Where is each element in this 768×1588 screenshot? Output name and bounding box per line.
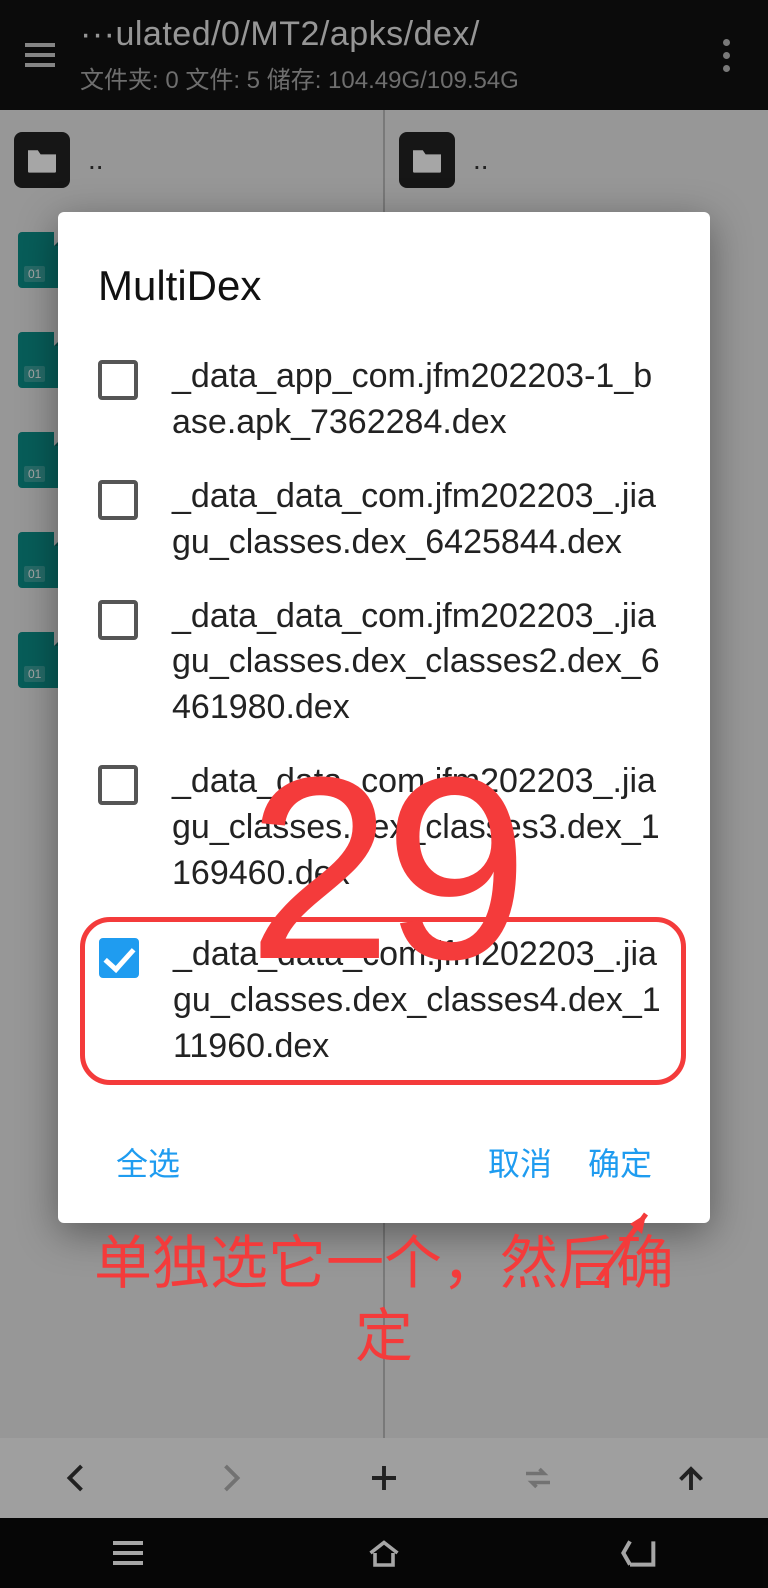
path-subtitle: 文件夹: 0 文件: 5 储存: 104.49G/109.54G <box>80 60 706 95</box>
annotation-highlight-box: _data_data_com.jfm202203_.jiagu_classes.… <box>80 917 686 1085</box>
parent-dir-row[interactable]: .. <box>385 110 768 210</box>
menu-icon[interactable] <box>10 25 70 85</box>
dex-option-label: _data_data_com.jfm202203_.jiagu_classes.… <box>172 759 670 897</box>
checkbox-icon[interactable] <box>98 360 138 400</box>
back-button[interactable] <box>47 1448 107 1508</box>
back-nav-icon[interactable] <box>610 1533 670 1573</box>
dex-option-label: _data_app_com.jfm202203-1_base.apk_73622… <box>172 354 670 446</box>
annotation-text-line1: 单独选它一个，然后确 <box>94 1231 674 1296</box>
dialog-items: _data_app_com.jfm202203-1_base.apk_73622… <box>58 340 710 1085</box>
system-nav-bar <box>0 1518 768 1588</box>
dex-option-label: _data_data_com.jfm202203_.jiagu_classes.… <box>172 474 670 566</box>
checkbox-icon[interactable] <box>98 480 138 520</box>
dialog-title: MultiDex <box>58 212 710 340</box>
dex-option-row[interactable]: _data_app_com.jfm202203-1_base.apk_73622… <box>98 340 670 460</box>
recents-nav-icon[interactable] <box>98 1533 158 1573</box>
swap-button[interactable] <box>508 1448 568 1508</box>
annotation-text-line2: 定 <box>0 1301 768 1374</box>
checkbox-icon[interactable] <box>98 600 138 640</box>
dex-option-row[interactable]: _data_data_com.jfm202203_.jiagu_classes.… <box>98 745 670 911</box>
dex-option-label: _data_data_com.jfm202203_.jiagu_classes.… <box>173 932 667 1070</box>
home-nav-icon[interactable] <box>354 1533 414 1573</box>
folder-icon <box>14 132 70 188</box>
multidex-dialog: MultiDex _data_app_com.jfm202203-1_base.… <box>58 212 710 1223</box>
folder-icon <box>399 132 455 188</box>
up-button[interactable] <box>661 1448 721 1508</box>
dex-option-row[interactable]: _data_data_com.jfm202203_.jiagu_classes.… <box>98 460 670 580</box>
dex-option-row[interactable]: _data_data_com.jfm202203_.jiagu_classes.… <box>99 932 667 1070</box>
app-bar: ···ulated/0/MT2/apks/dex/ 文件夹: 0 文件: 5 储… <box>0 0 768 110</box>
bottom-toolbar <box>0 1438 768 1518</box>
cancel-button[interactable]: 取消 <box>470 1131 570 1193</box>
dex-option-label: _data_data_com.jfm202203_.jiagu_classes.… <box>172 594 670 732</box>
parent-dir-label: .. <box>88 144 104 176</box>
dex-option-row[interactable]: _data_data_com.jfm202203_.jiagu_classes.… <box>98 580 670 746</box>
path-title: ···ulated/0/MT2/apks/dex/ <box>80 15 706 54</box>
checkbox-icon[interactable] <box>99 938 139 978</box>
checkbox-icon[interactable] <box>98 765 138 805</box>
forward-button[interactable] <box>200 1448 260 1508</box>
annotation-text: 单独选它一个，然后确 定 <box>0 1228 768 1373</box>
add-button[interactable] <box>354 1448 414 1508</box>
select-all-button[interactable]: 全选 <box>98 1131 198 1193</box>
parent-dir-label: .. <box>473 144 489 176</box>
parent-dir-row[interactable]: .. <box>0 110 383 210</box>
ok-button[interactable]: 确定 <box>570 1131 670 1193</box>
overflow-icon[interactable] <box>706 39 746 72</box>
